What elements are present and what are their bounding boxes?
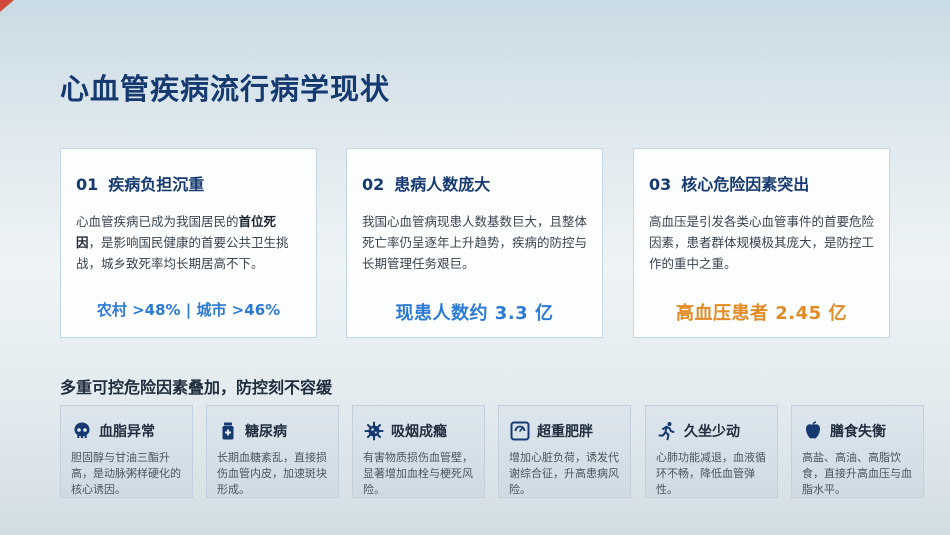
card-body-text: ，是影响国民健康的首要公共卫生挑战，城乡致死率均长期居高不下。 xyxy=(76,235,289,271)
section-title: 多重可控危险因素叠加，防控刻不容缓 xyxy=(60,378,333,397)
card-heading: 患病人数庞大 xyxy=(394,175,491,194)
skull-icon xyxy=(71,420,93,442)
risk-name: 糖尿病 xyxy=(245,424,287,440)
risk-item-obesity: 超重肥胖 增加心脏负荷，诱发代谢综合征，升高患病风险。 xyxy=(498,405,631,498)
food-icon xyxy=(802,420,824,442)
risk-item-smoking: 吸烟成瘾 有害物质损伤血管壁，显著增加血栓与梗死风险。 xyxy=(352,405,485,498)
scale-icon xyxy=(509,420,531,442)
card-patient-count: 02 患病人数庞大 我国心血管病现患人数基数巨大，且整体死亡率仍呈逐年上升趋势，疾… xyxy=(346,148,603,338)
risk-name: 久坐少动 xyxy=(684,424,740,440)
risk-description: 高盐、高油、高脂饮食，直接升高血压与血脂水平。 xyxy=(802,451,912,496)
card-disease-burden: 01 疾病负担沉重 心血管疾病已成为我国居民的首位死因，是影响国民健康的首要公共卫… xyxy=(60,148,317,338)
card-title: 01 疾病负担沉重 xyxy=(76,171,301,195)
card-title: 02 患病人数庞大 xyxy=(362,171,587,195)
risk-item-diabetes: 糖尿病 长期血糖紊乱，直接损伤血管内皮，加速斑块形成。 xyxy=(206,405,339,498)
corner-accent xyxy=(0,0,14,12)
risk-description: 胆固醇与甘油三酯升高，是动脉粥样硬化的核心诱因。 xyxy=(71,451,181,496)
virus-icon xyxy=(363,420,385,442)
risk-item-diet: 膳食失衡 高盐、高油、高脂饮食，直接升高血压与血脂水平。 xyxy=(791,405,924,498)
risk-item-sedentary: 久坐少动 心肺功能减退，血液循环不畅，降低血管弹性。 xyxy=(645,405,778,498)
running-person-icon xyxy=(656,420,678,442)
page-title: 心血管疾病流行病学现状 xyxy=(60,72,391,106)
card-stat: 高血压患者 2.45 亿 xyxy=(676,303,847,324)
card-risk-factor: 03 核心危险因素突出 高血压是引发各类心血管事件的首要危险因素，患者群体规模极其… xyxy=(633,148,890,338)
card-number: 01 xyxy=(76,175,99,194)
risk-item-dyslipidemia: 血脂异常 胆固醇与甘油三酯升高，是动脉粥样硬化的核心诱因。 xyxy=(60,405,193,498)
risk-name: 吸烟成瘾 xyxy=(391,424,447,440)
risk-name: 膳食失衡 xyxy=(830,424,886,440)
card-number: 03 xyxy=(649,175,672,194)
card-body-text: 心血管疾病已成为我国居民的 xyxy=(76,214,239,229)
risk-description: 有害物质损伤血管壁，显著增加血栓与梗死风险。 xyxy=(363,451,473,496)
card-body: 高血压是引发各类心血管事件的首要危险因素，患者群体规模极其庞大，是防控工作的重中… xyxy=(649,214,875,271)
card-stat: 农村 >48% | 城市 >46% xyxy=(96,301,281,319)
risk-description: 长期血糖紊乱，直接损伤血管内皮，加速斑块形成。 xyxy=(217,451,327,496)
risk-name: 血脂异常 xyxy=(99,424,155,440)
card-body: 我国心血管病现患人数基数巨大，且整体死亡率仍呈逐年上升趋势，疾病的防控与长期管理… xyxy=(362,214,588,271)
card-heading: 疾病负担沉重 xyxy=(108,175,205,194)
medicine-bottle-icon xyxy=(217,420,239,442)
risk-description: 心肺功能减退，血液循环不畅，降低血管弹性。 xyxy=(656,451,766,496)
summary-cards: 01 疾病负担沉重 心血管疾病已成为我国居民的首位死因，是影响国民健康的首要公共卫… xyxy=(60,148,890,338)
card-stat: 现患人数约 3.3 亿 xyxy=(395,303,554,324)
card-title: 03 核心危险因素突出 xyxy=(649,171,874,195)
card-number: 02 xyxy=(362,175,385,194)
card-heading: 核心危险因素突出 xyxy=(681,175,810,194)
risk-factor-list: 血脂异常 胆固醇与甘油三酯升高，是动脉粥样硬化的核心诱因。 糖尿病 长期血糖紊乱… xyxy=(60,405,925,498)
risk-description: 增加心脏负荷，诱发代谢综合征，升高患病风险。 xyxy=(509,451,619,496)
risk-name: 超重肥胖 xyxy=(537,424,593,440)
card-body: 心血管疾病已成为我国居民的首位死因，是影响国民健康的首要公共卫生挑战，城乡致死率… xyxy=(76,211,301,274)
